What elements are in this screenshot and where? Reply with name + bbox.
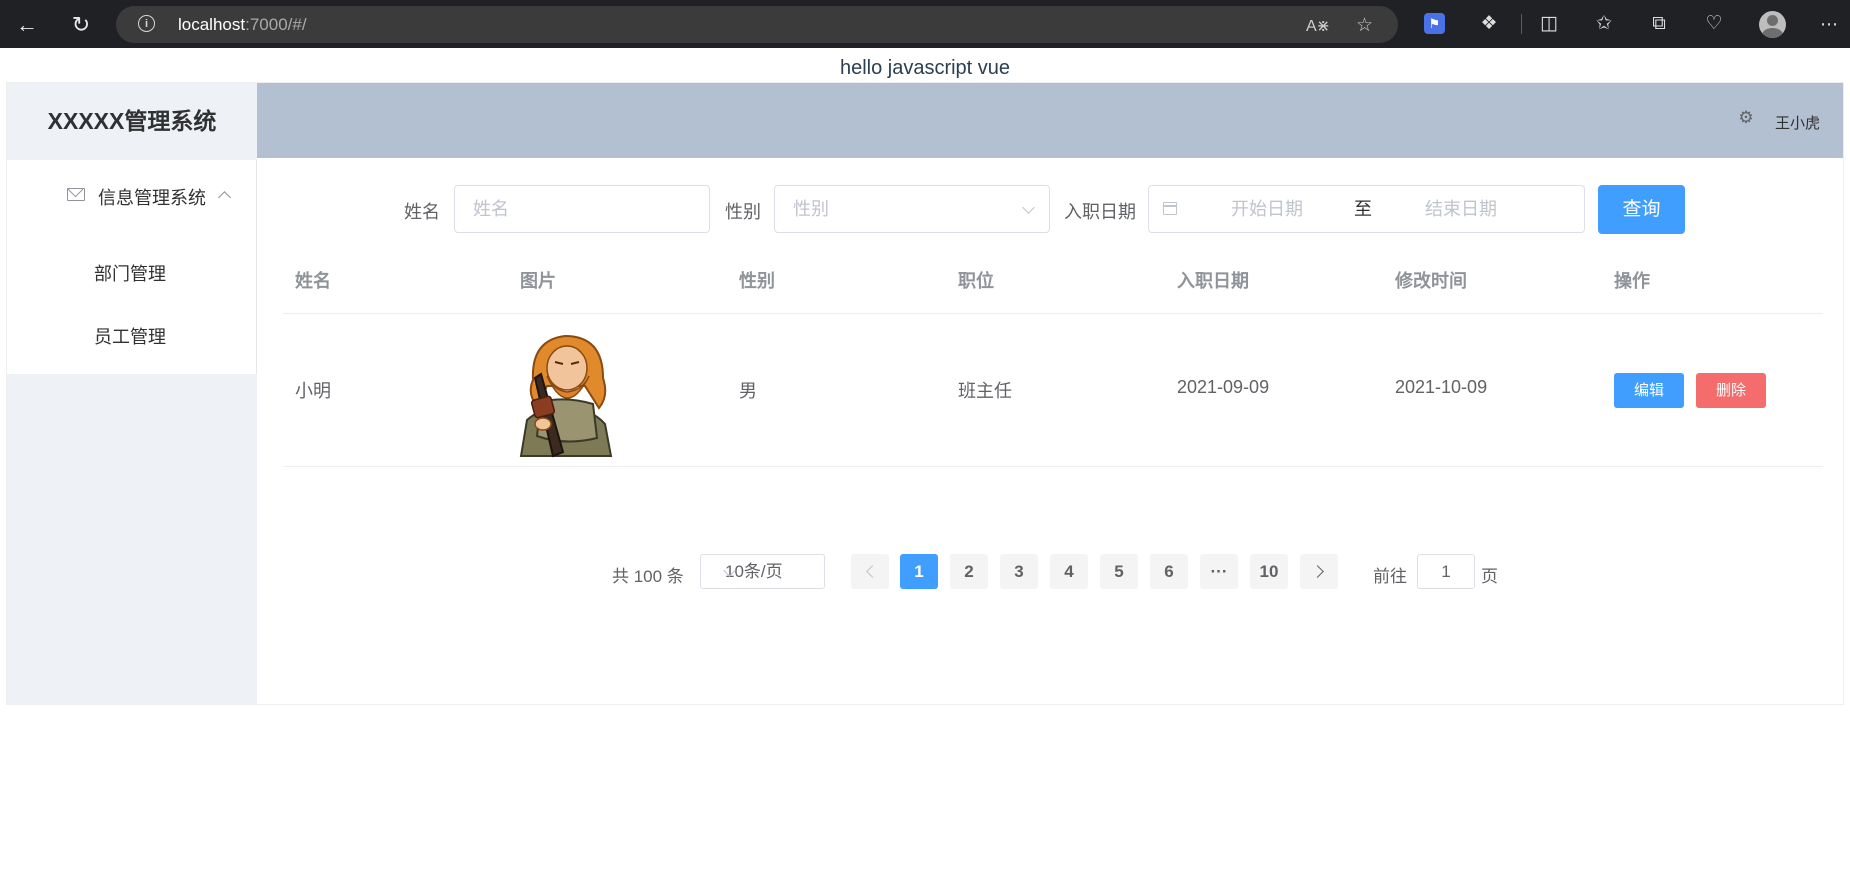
app-logo: XXXXX管理系统 <box>47 108 217 134</box>
gear-icon[interactable]: ⚙ <box>1737 109 1755 127</box>
page-button-10[interactable]: 10 <box>1250 554 1288 589</box>
cell-position: 班主任 <box>958 381 1012 401</box>
sidebar-item-label: 部门管理 <box>94 264 166 284</box>
page-button-3[interactable]: 3 <box>1000 554 1038 589</box>
split-screen-icon[interactable]: ◫ <box>1536 11 1562 37</box>
page-heading: hello javascript vue <box>839 57 1011 79</box>
submenu-label: 信息管理系统 <box>98 188 206 208</box>
profile-icon[interactable] <box>1759 11 1786 38</box>
name-filter-label: 姓名 <box>404 202 440 222</box>
refresh-icon[interactable]: ↻ <box>66 10 96 40</box>
pagination: 共 100 条 10条/页 1 2 3 4 5 6 ··· 10 前往 1 页 <box>257 552 1843 592</box>
mail-icon <box>67 188 85 201</box>
column-header: 操作 <box>1614 271 1650 291</box>
url-host: localhost <box>178 15 246 34</box>
employee-avatar-image <box>519 334 613 458</box>
start-date-input[interactable]: 开始日期 <box>1231 186 1303 232</box>
sidebar-menu: 信息管理系统 部门管理 员工管理 <box>7 160 257 374</box>
sidebar: XXXXX管理系统 信息管理系统 部门管理 员工管理 <box>7 83 257 704</box>
gender-select-placeholder: 性别 <box>793 199 829 219</box>
name-input-placeholder: 姓名 <box>473 199 509 219</box>
column-header: 性别 <box>739 271 775 291</box>
cell-update-time: 2021-10-09 <box>1395 377 1488 397</box>
table-row: 小明 男 班主任 2021-09-09 2021-10-09 编辑 删除 <box>283 314 1823 467</box>
header-username[interactable]: 王小虎 <box>1775 112 1820 133</box>
cell-gender: 男 <box>739 381 757 401</box>
gender-filter-label: 性别 <box>725 202 761 222</box>
puzzle-icon[interactable]: ❖ <box>1476 11 1502 37</box>
column-header: 图片 <box>520 271 556 291</box>
end-date-input[interactable]: 结束日期 <box>1425 186 1497 232</box>
chevron-up-icon <box>218 191 231 204</box>
sidebar-item-label: 员工管理 <box>94 327 166 347</box>
goto-page-input[interactable]: 1 <box>1417 554 1475 589</box>
favorites-icon[interactable]: ✩ <box>1591 11 1617 37</box>
column-header: 职位 <box>958 271 994 291</box>
read-aloud-icon[interactable]: A⋇ <box>1306 16 1330 36</box>
gender-select[interactable]: 性别 <box>774 185 1050 233</box>
page-size-select[interactable]: 10条/页 <box>700 554 825 589</box>
prev-page-button[interactable] <box>851 554 889 589</box>
app-container: XXXXX管理系统 信息管理系统 部门管理 员工管理 ⚙ 王小虎 姓名 姓名 性… <box>6 82 1844 705</box>
cell-name: 小明 <box>295 381 331 401</box>
submenu-info-management[interactable]: 信息管理系统 <box>7 160 256 230</box>
chevron-left-icon <box>866 565 879 578</box>
column-header: 姓名 <box>295 271 331 291</box>
date-range-separator: 至 <box>1354 199 1372 219</box>
delete-button[interactable]: 删除 <box>1696 373 1766 408</box>
sidebar-item-department[interactable]: 部门管理 <box>7 243 256 305</box>
page-button-6[interactable]: 6 <box>1150 554 1188 589</box>
back-icon[interactable]: ← <box>12 10 42 40</box>
cell-entry-date: 2021-09-09 <box>1177 377 1270 397</box>
chevron-right-icon <box>1311 565 1324 578</box>
search-button[interactable]: 查询 <box>1598 185 1685 234</box>
date-filter-label: 入职日期 <box>1064 202 1136 222</box>
goto-suffix: 页 <box>1481 567 1498 586</box>
calendar-icon <box>1163 202 1177 215</box>
more-icon[interactable]: ⋯ <box>1816 11 1842 37</box>
page-button-2[interactable]: 2 <box>950 554 988 589</box>
url-path: :7000/#/ <box>245 15 307 34</box>
toolbar-divider <box>1521 14 1522 34</box>
sidebar-item-employee[interactable]: 员工管理 <box>7 306 256 368</box>
url-text: localhost:7000/#/ <box>178 15 307 35</box>
column-header: 入职日期 <box>1177 271 1249 291</box>
column-header: 修改时间 <box>1395 271 1467 291</box>
page-button-1[interactable]: 1 <box>900 554 938 589</box>
pagination-total: 共 100 条 <box>612 567 684 586</box>
table-header: 姓名 图片 性别 职位 入职日期 修改时间 操作 <box>283 243 1823 314</box>
collections-icon[interactable]: ⧉ <box>1646 11 1672 37</box>
info-icon[interactable]: i <box>138 15 155 32</box>
favorite-icon[interactable]: ☆ <box>1356 14 1373 37</box>
extension-icon[interactable]: ⚑ <box>1424 13 1445 34</box>
browser-toolbar: ← ↻ i localhost:7000/#/ A⋇ ☆ ⚑ ❖ ◫ ✩ ⧉ ♡… <box>0 0 1850 48</box>
goto-prefix: 前往 <box>1373 567 1407 586</box>
page-button-4[interactable]: 4 <box>1050 554 1088 589</box>
date-range-picker[interactable]: 开始日期 至 结束日期 <box>1148 185 1585 233</box>
page-button-5[interactable]: 5 <box>1100 554 1138 589</box>
name-input[interactable]: 姓名 <box>454 185 710 233</box>
health-icon[interactable]: ♡ <box>1701 11 1727 37</box>
main-content: 姓名 姓名 性别 性别 入职日期 开始日期 至 结束日期 查询 姓名 图片 性别… <box>257 158 1843 704</box>
top-header: ⚙ 王小虎 <box>257 83 1843 158</box>
address-bar[interactable]: i localhost:7000/#/ A⋇ ☆ <box>116 6 1398 43</box>
edit-button[interactable]: 编辑 <box>1614 373 1684 408</box>
chevron-down-icon <box>1022 201 1035 214</box>
page-ellipsis-button[interactable]: ··· <box>1200 554 1238 589</box>
next-page-button[interactable] <box>1300 554 1338 589</box>
